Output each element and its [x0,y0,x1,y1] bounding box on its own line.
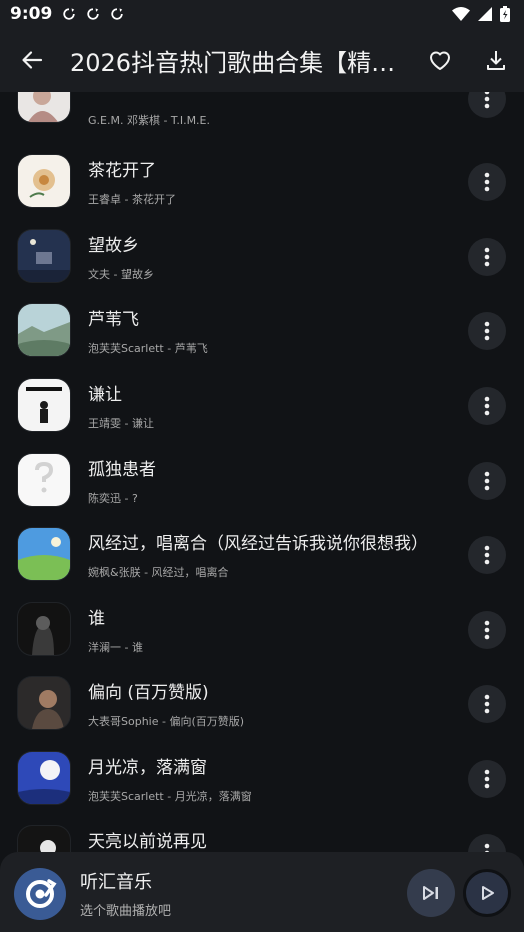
song-subtitle: 王靖雯 - 谦让 [88,417,154,430]
song-title: 月光凉，落满窗 [88,758,207,778]
signal-icon [478,7,492,21]
more-vertical-icon [484,471,490,491]
mini-player[interactable]: 听汇音乐 选个歌曲播放吧 [0,852,524,932]
heart-icon [430,51,450,70]
status-time: 9:09 [10,4,53,24]
song-title: 天亮以前说再见 [88,832,207,852]
more-vertical-icon [484,92,490,109]
album-cover [18,826,70,852]
arrow-left-icon [22,51,43,69]
back-button[interactable] [0,28,64,92]
status-bar: 9:09 [0,0,524,28]
song-subtitle: 陈奕迅 - ? [88,492,138,505]
song-subtitle: 婉枫&张朕 - 风经过，唱离合 [88,566,229,579]
more-vertical-icon [484,321,490,341]
song-subtitle: 洋澜一 - 谁 [88,641,143,654]
more-vertical-icon [484,247,490,267]
more-vertical-icon [484,172,490,192]
more-vertical-icon [484,545,490,565]
next-button[interactable] [407,869,455,917]
album-cover [18,603,70,655]
album-cover [18,379,70,431]
song-title: 唯一 [88,92,122,95]
favorite-button[interactable] [412,28,468,92]
song-row[interactable]: 月光凉，落满窗 泡芙芙Scarlett - 月光凉，落满窗 [0,752,524,826]
more-options-button[interactable] [468,312,506,350]
play-button[interactable] [463,869,511,917]
sync-icon [87,8,99,20]
song-subtitle: 王睿卓 - 茶花开了 [88,193,176,206]
album-cover [18,92,70,122]
song-row[interactable]: 偏向 (百万赞版) 大表哥Sophie - 偏向(百万赞版) [0,677,524,751]
more-options-button[interactable] [468,92,506,118]
more-options-button[interactable] [468,685,506,723]
song-title: 风经过，唱离合（风经过告诉我说你很想我） [88,534,428,554]
song-row[interactable]: 孤独患者 陈奕迅 - ? [0,454,524,528]
more-vertical-icon [484,396,490,416]
album-cover [18,304,70,356]
song-title: 孤独患者 [88,460,156,480]
song-subtitle: 泡芙芙Scarlett - 芦苇飞 [88,342,208,355]
more-options-button[interactable] [468,611,506,649]
song-list[interactable]: 唯一 G.E.M. 邓紫棋 - T.I.M.E. 茶花开了 王睿卓 - 茶花开了… [0,92,524,852]
more-options-button[interactable] [468,163,506,201]
song-title: 谁 [88,609,105,629]
app-logo [14,868,66,920]
song-title: 望故乡 [88,236,139,256]
album-cover [18,454,70,506]
sync-icon [111,8,123,20]
song-title: 谦让 [88,385,122,405]
more-options-button[interactable] [468,834,506,852]
album-cover [18,155,70,207]
song-subtitle: 泡芙芙Scarlett - 月光凉，落满窗 [88,790,252,803]
more-options-button[interactable] [468,462,506,500]
skip-next-icon [423,886,438,900]
download-button[interactable] [468,28,524,92]
song-title: 偏向 (百万赞版) [88,683,209,703]
album-cover [18,528,70,580]
song-row[interactable]: 望故乡 文夫 - 望故乡 [0,230,524,304]
more-vertical-icon [484,769,490,789]
battery-icon [500,6,510,22]
more-options-button[interactable] [468,536,506,574]
wifi-icon [452,7,470,21]
song-subtitle: 大表哥Sophie - 偏向(百万赞版) [88,715,245,728]
more-options-button[interactable] [468,238,506,276]
song-title: 芦苇飞 [88,310,139,330]
more-options-button[interactable] [468,760,506,798]
playlist-title: 2026抖音热门歌曲合集【精选】 [70,48,412,77]
song-row[interactable]: 茶花开了 王睿卓 - 茶花开了 [0,155,524,229]
more-vertical-icon [484,694,490,714]
song-row[interactable]: 芦苇飞 泡芙芙Scarlett - 芦苇飞 [0,304,524,378]
sync-icon [63,8,75,20]
app-bar: 2026抖音热门歌曲合集【精选】 [0,28,524,92]
player-status: 选个歌曲播放吧 [80,904,172,919]
song-row[interactable]: 唯一 G.E.M. 邓紫棋 - T.I.M.E. [0,92,524,154]
song-row[interactable]: 谁 洋澜一 - 谁 [0,603,524,677]
album-cover [18,677,70,729]
more-options-button[interactable] [468,387,506,425]
play-icon [482,886,494,900]
song-row[interactable]: 谦让 王靖雯 - 谦让 [0,379,524,453]
album-cover [18,230,70,282]
more-vertical-icon [484,843,490,852]
player-app-name: 听汇音乐 [80,872,152,893]
download-icon [487,51,505,70]
song-row[interactable]: 风经过，唱离合（风经过告诉我说你很想我） 婉枫&张朕 - 风经过，唱离合 [0,528,524,602]
song-subtitle: 文夫 - 望故乡 [88,268,154,281]
song-title: 茶花开了 [88,161,156,181]
more-vertical-icon [484,620,490,640]
album-cover [18,752,70,804]
song-row[interactable]: 天亮以前说再见 [0,826,524,852]
song-subtitle: G.E.M. 邓紫棋 - T.I.M.E. [88,114,210,127]
music-disc-icon [26,879,57,908]
